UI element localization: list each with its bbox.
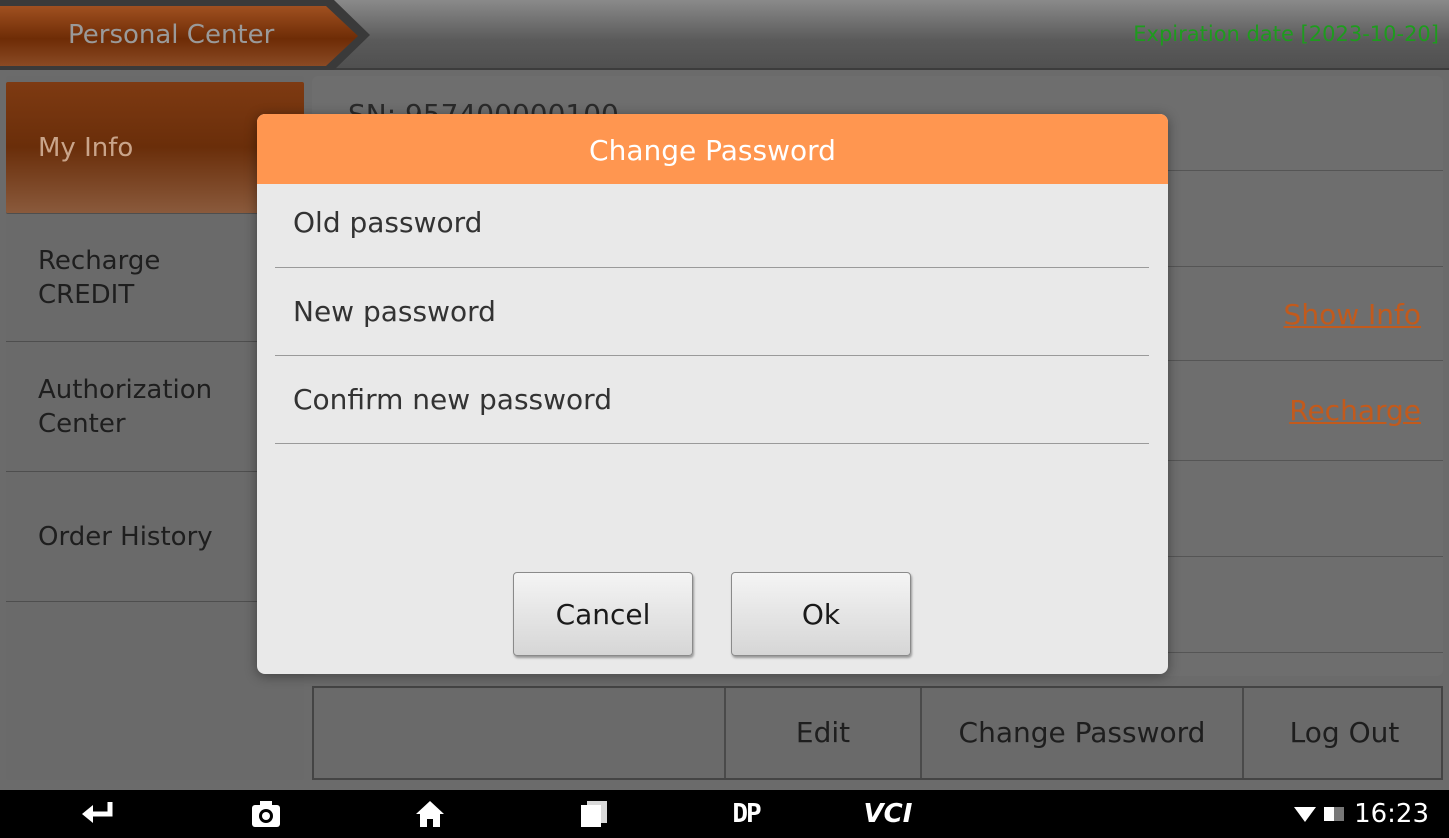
dialog-title: Change Password [257,114,1168,184]
back-icon[interactable] [78,790,118,838]
recent-apps-icon[interactable] [574,790,614,838]
old-password-field-container [275,183,1149,268]
camera-icon[interactable] [246,790,286,838]
cancel-button[interactable]: Cancel [513,572,693,656]
modal-overlay: Change Password Cancel Ok [0,0,1449,790]
system-nav-bar: DP VCI 16:23 [0,790,1449,838]
new-password-field[interactable] [275,267,1149,355]
change-password-dialog: Change Password Cancel Ok [257,114,1168,674]
confirm-password-field[interactable] [275,355,1149,443]
wifi-icon [1294,807,1317,822]
confirm-password-field-container [275,355,1149,444]
ok-button[interactable]: Ok [731,572,911,656]
dp-icon[interactable]: DP [716,790,776,838]
battery-icon [1324,807,1345,821]
vci-icon[interactable]: VCI [858,790,918,838]
old-password-field[interactable] [275,183,1149,267]
new-password-field-container [275,267,1149,356]
home-icon[interactable] [410,790,450,838]
status-area: 16:23 [1294,790,1429,838]
clock: 16:23 [1354,799,1429,829]
